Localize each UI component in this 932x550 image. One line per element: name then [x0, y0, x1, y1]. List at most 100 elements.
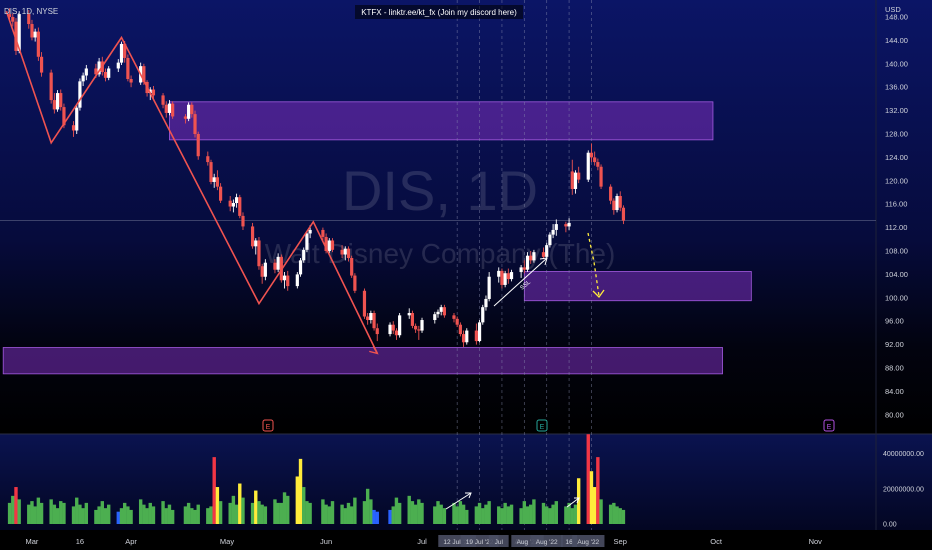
candle-body: [190, 104, 194, 115]
price-chart[interactable]: DIS, 1D Walt Disney Company (The) SSL EE…: [0, 0, 932, 550]
candle-body: [55, 93, 60, 110]
volume-bar: [126, 506, 130, 524]
volume-bar: [532, 499, 536, 524]
volume-bar: [234, 504, 239, 524]
candle-body: [497, 270, 501, 277]
volume-bar: [551, 504, 555, 524]
time-tick-label: May: [220, 537, 234, 546]
candle-body: [417, 329, 421, 331]
candle-body: [302, 249, 306, 261]
time-tick-label: Jun: [320, 537, 332, 546]
candle-body: [167, 103, 172, 113]
volume-bar: [231, 495, 236, 524]
volume-bar: [586, 434, 590, 524]
candle-body: [541, 252, 546, 257]
volume-bar: [369, 499, 373, 524]
volume-bar: [190, 508, 194, 524]
price-tick-label: 124.00: [885, 153, 908, 162]
candle-body: [410, 313, 415, 326]
candle-body: [263, 262, 267, 277]
candle-body: [577, 172, 581, 180]
volume-bar: [349, 506, 354, 524]
volume-bar: [119, 508, 124, 524]
candle-body: [567, 222, 571, 227]
date-badge-label: Aug '22: [536, 539, 558, 546]
candle-body: [564, 224, 568, 227]
volume-bar: [59, 501, 63, 524]
volume-bar: [465, 509, 469, 524]
volume-bar: [525, 506, 530, 524]
volume-bar: [52, 504, 57, 524]
candle-body: [107, 68, 111, 78]
candle-body: [586, 152, 590, 180]
candle-body: [321, 229, 325, 237]
volume-bar: [615, 506, 619, 524]
candle-body: [455, 318, 459, 325]
price-tick-label: 100.00: [885, 293, 908, 302]
volume-bar: [276, 502, 280, 524]
volume-bar: [608, 504, 613, 524]
candle-body: [39, 56, 44, 73]
volume-bar: [36, 497, 41, 524]
price-tick-label: 112.00: [885, 223, 907, 232]
volume-bar: [324, 504, 328, 524]
candle-body: [161, 95, 165, 105]
volume-bar: [529, 504, 533, 524]
volume-bar: [27, 504, 31, 524]
price-tick-label: 144.00: [885, 36, 908, 45]
supply-demand-zone: [2, 347, 723, 375]
volume-bar: [263, 506, 268, 524]
volume-bar: [388, 509, 392, 524]
price-tick-label: 116.00: [885, 200, 907, 209]
time-tick-label: Nov: [809, 537, 823, 546]
candle-body: [398, 315, 402, 336]
volume-bar: [55, 508, 60, 524]
candle-body: [548, 234, 552, 246]
price-tick-label: 104.00: [885, 270, 908, 279]
volume-bar: [186, 502, 191, 524]
candle-body: [52, 100, 56, 110]
date-badge-label: Aug '22: [577, 539, 599, 546]
volume-bar: [442, 508, 447, 524]
volume-bar: [500, 508, 504, 524]
volume-bar: [122, 502, 127, 524]
candle-body: [420, 320, 424, 331]
volume-bar: [215, 487, 220, 524]
candle-body: [330, 240, 335, 250]
volume-bar: [545, 506, 549, 524]
candle-body: [81, 75, 85, 82]
volume-bar: [218, 501, 223, 524]
date-badges: 12 Jul '2219 Jul '22 Jul Aug '22Aug '22 16 A…: [438, 535, 605, 547]
volume-bar: [183, 506, 188, 524]
volume-bar: [391, 506, 395, 524]
price-tick-label: 120.00: [885, 176, 908, 185]
candle-body: [615, 196, 619, 211]
candle-body: [503, 273, 507, 285]
candle-body: [286, 275, 290, 287]
volume-bar: [238, 483, 242, 524]
candle-body: [103, 71, 108, 78]
volume-bar: [477, 502, 482, 524]
candle-body: [340, 249, 344, 255]
volume-bar: [84, 502, 89, 524]
candle-body: [621, 207, 626, 221]
volume-bar: [209, 506, 213, 524]
candle-body: [369, 313, 373, 321]
watermark-company: Walt Disney Company (The): [265, 238, 616, 269]
banner: KTFX - linktr.ee/kt_fx (Join my discord …: [355, 5, 523, 19]
volume-bar: [612, 502, 616, 524]
candle-body: [461, 334, 466, 343]
candle-body: [414, 325, 418, 330]
volume-bar: [397, 502, 402, 524]
volume-bar: [241, 497, 245, 524]
candle-body: [151, 89, 156, 96]
volume-bar: [394, 497, 399, 524]
volume-bar: [39, 502, 44, 524]
volume-bar: [30, 501, 34, 524]
candle-body: [305, 233, 309, 250]
candle-body: [487, 276, 491, 299]
volume-bar: [97, 506, 101, 524]
candle-body: [116, 62, 120, 69]
candle-body: [532, 252, 536, 261]
volume-bar: [372, 509, 376, 524]
